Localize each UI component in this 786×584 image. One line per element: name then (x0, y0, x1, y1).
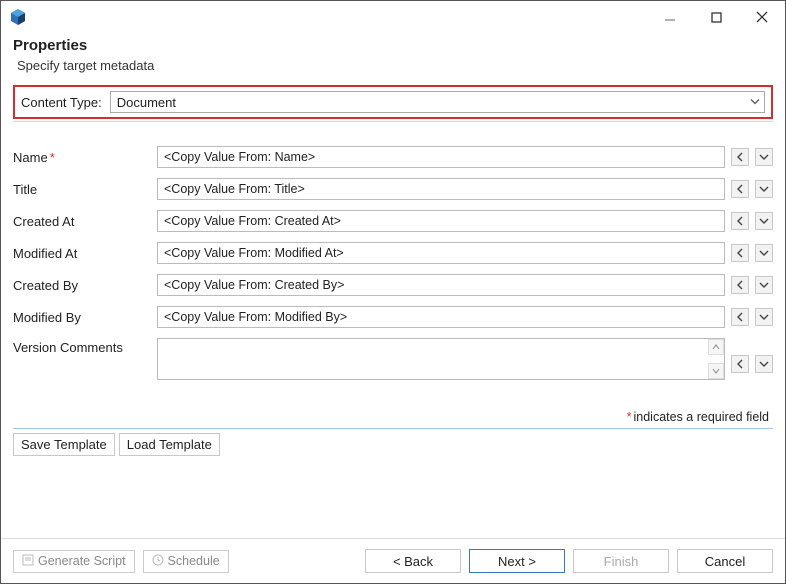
chevron-down-icon[interactable] (755, 276, 773, 294)
chevron-left-icon[interactable] (731, 212, 749, 230)
asterisk-icon: * (50, 150, 55, 165)
field-input[interactable]: <Copy Value From: Modified By> (157, 306, 725, 328)
schedule-button[interactable]: Schedule (143, 550, 229, 573)
titlebar (1, 1, 785, 33)
chevron-down-icon[interactable] (755, 244, 773, 262)
chevron-left-icon[interactable] (731, 355, 749, 373)
content-type-value: Document (117, 95, 176, 110)
content: Content Type: Document Name* <Copy Value … (1, 85, 785, 538)
page-subtitle: Specify target metadata (17, 58, 773, 73)
content-type-label: Content Type: (21, 95, 102, 110)
chevron-left-icon[interactable] (731, 180, 749, 198)
field-label: Version Comments (13, 338, 153, 355)
page-title: Properties (13, 37, 773, 54)
finish-button: Finish (573, 549, 669, 573)
load-template-button[interactable]: Load Template (119, 433, 220, 456)
field-label: Modified At (13, 246, 153, 261)
content-type-row: Content Type: Document (13, 85, 773, 119)
field-input[interactable]: <Copy Value From: Name> (157, 146, 725, 168)
window-controls (647, 1, 785, 33)
scroll-down-icon[interactable] (708, 363, 724, 379)
chevron-left-icon[interactable] (731, 148, 749, 166)
nav-buttons: < Back Next > Finish Cancel (365, 549, 773, 573)
scroll-up-icon[interactable] (708, 339, 724, 355)
field-textarea[interactable] (157, 338, 725, 380)
chevron-left-icon[interactable] (731, 308, 749, 326)
asterisk-icon: * (627, 410, 632, 424)
field-label: Modified By (13, 310, 153, 325)
maximize-button[interactable] (693, 1, 739, 33)
chevron-down-icon[interactable] (755, 212, 773, 230)
back-button[interactable]: < Back (365, 549, 461, 573)
dialog-window: Properties Specify target metadata Conte… (0, 0, 786, 584)
minimize-button[interactable] (647, 1, 693, 33)
field-label: Created By (13, 278, 153, 293)
separator (13, 428, 773, 429)
field-input[interactable]: <Copy Value From: Title> (157, 178, 725, 200)
separator (13, 121, 773, 122)
field-input[interactable]: <Copy Value From: Created By> (157, 274, 725, 296)
chevron-down-icon[interactable] (755, 180, 773, 198)
field-label: Title (13, 182, 153, 197)
header: Properties Specify target metadata (1, 33, 785, 85)
required-note: *indicates a required field (13, 410, 769, 424)
save-template-button[interactable]: Save Template (13, 433, 115, 456)
field-label: Name* (13, 150, 153, 165)
field-input[interactable]: <Copy Value From: Modified At> (157, 242, 725, 264)
chevron-down-icon[interactable] (755, 148, 773, 166)
generate-script-button[interactable]: Generate Script (13, 550, 135, 573)
chevron-down-icon[interactable] (755, 355, 773, 373)
content-type-select[interactable]: Document (110, 91, 765, 113)
textarea-scrollbar[interactable] (708, 339, 724, 379)
fields-grid: Name* <Copy Value From: Name> Title <Copy V… (13, 146, 773, 380)
chevron-left-icon[interactable] (731, 276, 749, 294)
cancel-button[interactable]: Cancel (677, 549, 773, 573)
chevron-down-icon (750, 95, 760, 110)
clock-icon (152, 554, 164, 569)
script-icon (22, 554, 34, 569)
next-button[interactable]: Next > (469, 549, 565, 573)
template-buttons: Save Template Load Template (13, 433, 773, 456)
footer: Generate Script Schedule < Back Next > F… (1, 538, 785, 583)
field-input[interactable]: <Copy Value From: Created At> (157, 210, 725, 232)
chevron-left-icon[interactable] (731, 244, 749, 262)
field-label: Created At (13, 214, 153, 229)
app-logo-icon (9, 8, 27, 26)
close-button[interactable] (739, 1, 785, 33)
chevron-down-icon[interactable] (755, 308, 773, 326)
